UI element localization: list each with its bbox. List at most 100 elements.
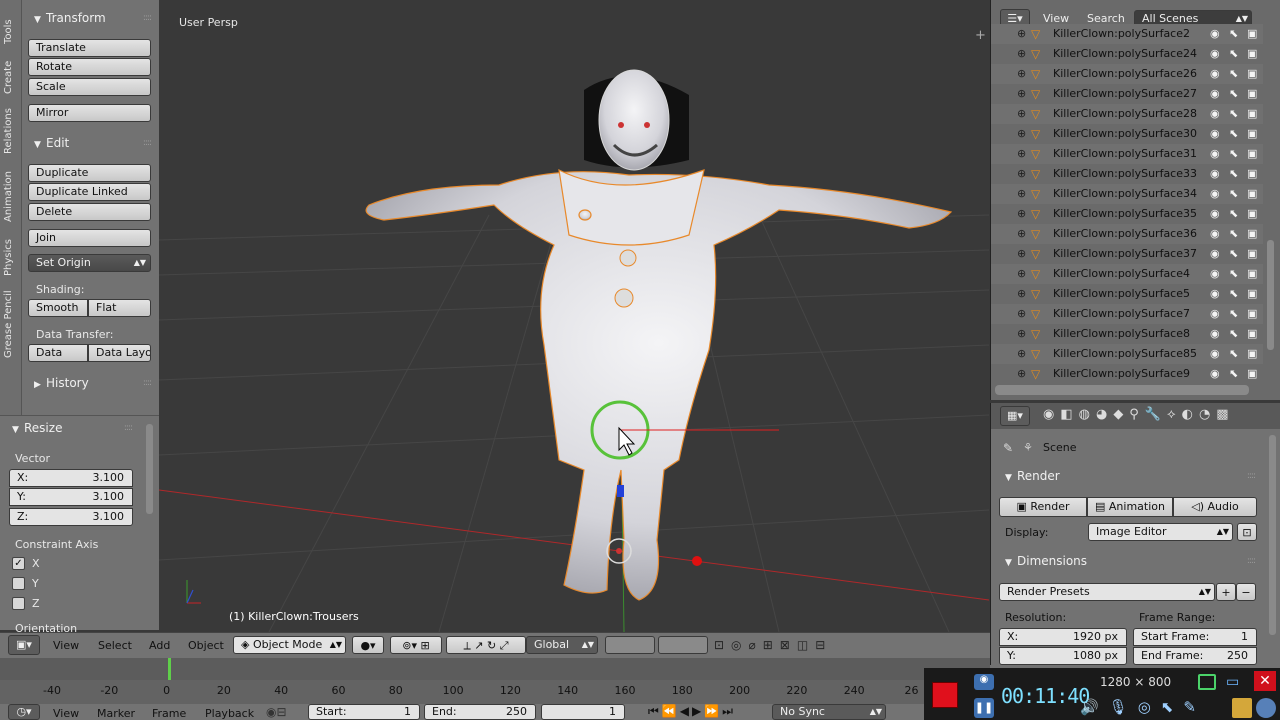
timeline[interactable]: -40 -20 0 20 40 60 80 100 120 140 160 180 200 220 240 2… (0, 658, 990, 704)
rotate-button[interactable]: Rotate (28, 58, 151, 76)
drag-grip-icon[interactable]: :::: (124, 418, 133, 438)
outliner-row[interactable]: ⊕ ▽ KillerClown:polySurface28 ◉ ⬉ ▣ (991, 104, 1263, 124)
render-camera-icon[interactable]: ▣ (1247, 64, 1257, 84)
eye-icon[interactable]: ◉ (1210, 204, 1220, 224)
drag-grip-icon[interactable]: :::: (1247, 466, 1256, 486)
eye-icon[interactable]: ◉ (1210, 104, 1220, 124)
outliner-row[interactable]: ⊕ ▽ KillerClown:polySurface24 ◉ ⬉ ▣ (991, 44, 1263, 64)
context-tab-icons[interactable]: ◉◧◍◕◆⚲🔧⟡◐◔▩ (1043, 407, 1235, 422)
outliner-vertical-scrollbar[interactable] (1267, 240, 1274, 350)
tab-physics[interactable]: Physics (3, 239, 14, 276)
outliner-row[interactable]: ⊕ ▽ KillerClown:polySurface26 ◉ ⬉ ▣ (991, 64, 1263, 84)
expand-icon[interactable]: ⊕ (1017, 224, 1026, 244)
transform-panel-header[interactable]: ▼ Transform:::: (22, 8, 159, 28)
eye-icon[interactable]: ◉ (1210, 124, 1220, 144)
expand-icon[interactable]: ⊕ (1017, 24, 1026, 44)
add-menu[interactable]: Add (149, 639, 170, 652)
expand-icon[interactable]: ⊕ (1017, 324, 1026, 344)
playback-controls[interactable]: ⏮⏪◀▶⏩⏭ (648, 704, 736, 719)
cursor-arrow-icon[interactable]: ⬉ (1229, 64, 1238, 84)
render-panel-header[interactable]: ▼ Render:::: (993, 466, 1263, 486)
drag-grip-icon[interactable]: :::: (143, 133, 152, 153)
tab-create[interactable]: Create (3, 61, 14, 94)
current-frame-field[interactable]: 1 (541, 704, 625, 720)
render-presets-dropdown[interactable]: Render Presets ▲▼ (999, 583, 1215, 601)
cursor-arrow-icon[interactable]: ⬉ (1229, 84, 1238, 104)
cursor-arrow-icon[interactable]: ⬉ (1229, 224, 1238, 244)
expand-icon[interactable]: ⊕ (1017, 124, 1026, 144)
axis-x-checkbox[interactable]: ✓ (12, 557, 25, 570)
expand-icon[interactable]: ⊕ (1017, 84, 1026, 104)
eye-icon[interactable]: ◉ (1210, 164, 1220, 184)
render-camera-icon[interactable]: ▣ (1247, 24, 1257, 44)
outliner-row[interactable]: ⊕ ▽ KillerClown:polySurface30 ◉ ⬉ ▣ (991, 124, 1263, 144)
outliner-row[interactable]: ⊕ ▽ KillerClown:polySurface35 ◉ ⬉ ▣ (991, 204, 1263, 224)
axis-z-checkbox[interactable] (12, 597, 25, 610)
delete-button[interactable]: Delete (28, 203, 151, 221)
folder-icon[interactable] (1232, 698, 1252, 718)
outliner-row[interactable]: ⊕ ▽ KillerClown:polySurface2 ◉ ⬉ ▣ (991, 24, 1263, 44)
minimize-icon[interactable]: ▭ (1226, 674, 1239, 690)
cursor-arrow-icon[interactable]: ⬉ (1229, 264, 1238, 284)
outliner-row[interactable]: ⊕ ▽ KillerClown:polySurface85 ◉ ⬉ ▣ (991, 344, 1263, 364)
eye-icon[interactable]: ◉ (1210, 284, 1220, 304)
eye-icon[interactable]: ◉ (1210, 224, 1220, 244)
cursor-arrow-icon[interactable]: ⬉ (1229, 324, 1238, 344)
select-menu[interactable]: Select (98, 639, 132, 652)
outliner-row[interactable]: ⊕ ▽ KillerClown:polySurface5 ◉ ⬉ ▣ (991, 284, 1263, 304)
expand-icon[interactable]: ⊕ (1017, 64, 1026, 84)
render-camera-icon[interactable]: ▣ (1247, 304, 1257, 324)
tab-tools[interactable]: Tools (3, 19, 14, 44)
settings-gear-icon[interactable] (1256, 698, 1276, 718)
frame-menu[interactable]: Frame (152, 707, 186, 720)
mirror-button[interactable]: Mirror (28, 104, 151, 122)
eye-icon[interactable]: ◉ (1210, 44, 1220, 64)
render-camera-icon[interactable]: ▣ (1247, 144, 1257, 164)
eye-icon[interactable]: ◉ (1210, 344, 1220, 364)
translate-button[interactable]: Translate (28, 39, 151, 57)
render-button[interactable]: ▣ Render (999, 497, 1087, 517)
outliner-row[interactable]: ⊕ ▽ KillerClown:polySurface7 ◉ ⬉ ▣ (991, 304, 1263, 324)
outliner-row[interactable]: ⊕ ▽ KillerClown:polySurface4 ◉ ⬉ ▣ (991, 264, 1263, 284)
outliner-row[interactable]: ⊕ ▽ KillerClown:polySurface34 ◉ ⬉ ▣ (991, 184, 1263, 204)
expand-icon[interactable]: ⊕ (1017, 244, 1026, 264)
cursor-arrow-icon[interactable]: ⬉ (1229, 44, 1238, 64)
mode-selector[interactable]: ◈ Object Mode ▲▼ (233, 636, 346, 654)
eye-icon[interactable]: ◉ (1210, 24, 1220, 44)
expand-icon[interactable]: ⊕ (1017, 364, 1026, 384)
outliner-row[interactable]: ⊕ ▽ KillerClown:polySurface8 ◉ ⬉ ▣ (991, 324, 1263, 344)
render-camera-icon[interactable]: ▣ (1247, 344, 1257, 364)
add-preset-button[interactable]: + (1216, 583, 1236, 601)
set-origin-dropdown[interactable]: Set Origin ▲▼ (28, 254, 151, 272)
outliner-row[interactable]: ⊕ ▽ KillerClown:polySurface37 ◉ ⬉ ▣ (991, 244, 1263, 264)
view-menu[interactable]: View (53, 639, 79, 652)
operator-scrollbar[interactable] (146, 424, 153, 514)
object-menu[interactable]: Object (188, 639, 224, 652)
join-button[interactable]: Join (28, 229, 151, 247)
render-camera-icon[interactable]: ▣ (1247, 244, 1257, 264)
cursor-arrow-icon[interactable]: ⬉ (1229, 344, 1238, 364)
outliner-row[interactable]: ⊕ ▽ KillerClown:polySurface31 ◉ ⬉ ▣ (991, 144, 1263, 164)
drag-grip-icon[interactable]: :::: (143, 8, 152, 28)
render-camera-icon[interactable]: ▣ (1247, 84, 1257, 104)
expand-icon[interactable]: ⊕ (1017, 204, 1026, 224)
resize-panel-header[interactable]: ▼ Resize:::: (0, 418, 140, 438)
data-layout-button[interactable]: Data Layo (88, 344, 151, 362)
remove-preset-button[interactable]: − (1236, 583, 1256, 601)
eye-icon[interactable]: ◉ (1210, 84, 1220, 104)
editor-type-button[interactable]: ◷▾ (8, 704, 40, 720)
end-frame-field[interactable]: End Frame: 250 (1133, 647, 1257, 665)
window-mode-icon[interactable] (1198, 674, 1216, 690)
render-camera-icon[interactable]: ▣ (1247, 224, 1257, 244)
timeline-view-menu[interactable]: View (53, 707, 79, 720)
animation-button[interactable]: ▤ Animation (1087, 497, 1173, 517)
expand-icon[interactable]: ⊕ (1017, 264, 1026, 284)
eye-icon[interactable]: ◉ (1210, 324, 1220, 344)
cursor-arrow-icon[interactable]: ⬉ (1229, 104, 1238, 124)
render-camera-icon[interactable]: ▣ (1247, 284, 1257, 304)
vector-z-field[interactable]: Z: 3.100 (9, 508, 133, 526)
3d-viewport[interactable]: + User Persp (1) KillerClown:Trousers (159, 0, 989, 632)
render-camera-icon[interactable]: ▣ (1247, 124, 1257, 144)
render-camera-icon[interactable]: ▣ (1247, 204, 1257, 224)
expand-icon[interactable]: ⊕ (1017, 284, 1026, 304)
